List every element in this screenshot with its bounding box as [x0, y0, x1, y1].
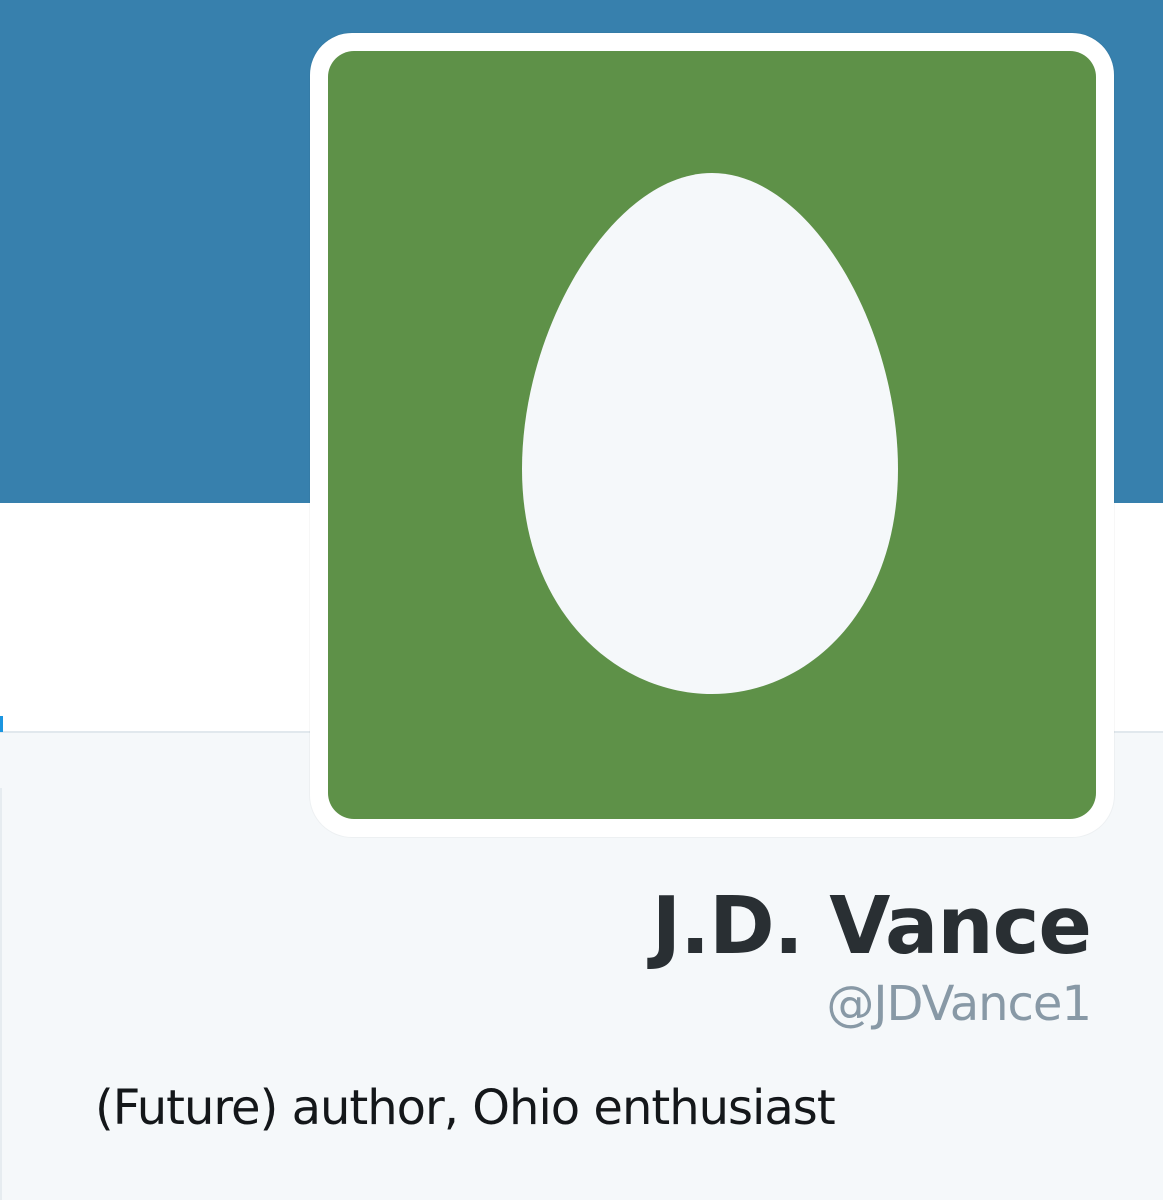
- profile-bio: (Future) author, Ohio enthusiast: [95, 1080, 836, 1136]
- avatar[interactable]: [328, 51, 1096, 819]
- sidebar-divider: [0, 788, 2, 1200]
- avatar-frame[interactable]: [310, 33, 1114, 837]
- default-egg-avatar-icon: [328, 51, 1096, 819]
- nav-edge-indicator: [0, 716, 3, 732]
- profile-handle[interactable]: @JDVance1: [826, 976, 1092, 1032]
- profile-name[interactable]: J.D. Vance: [652, 880, 1092, 972]
